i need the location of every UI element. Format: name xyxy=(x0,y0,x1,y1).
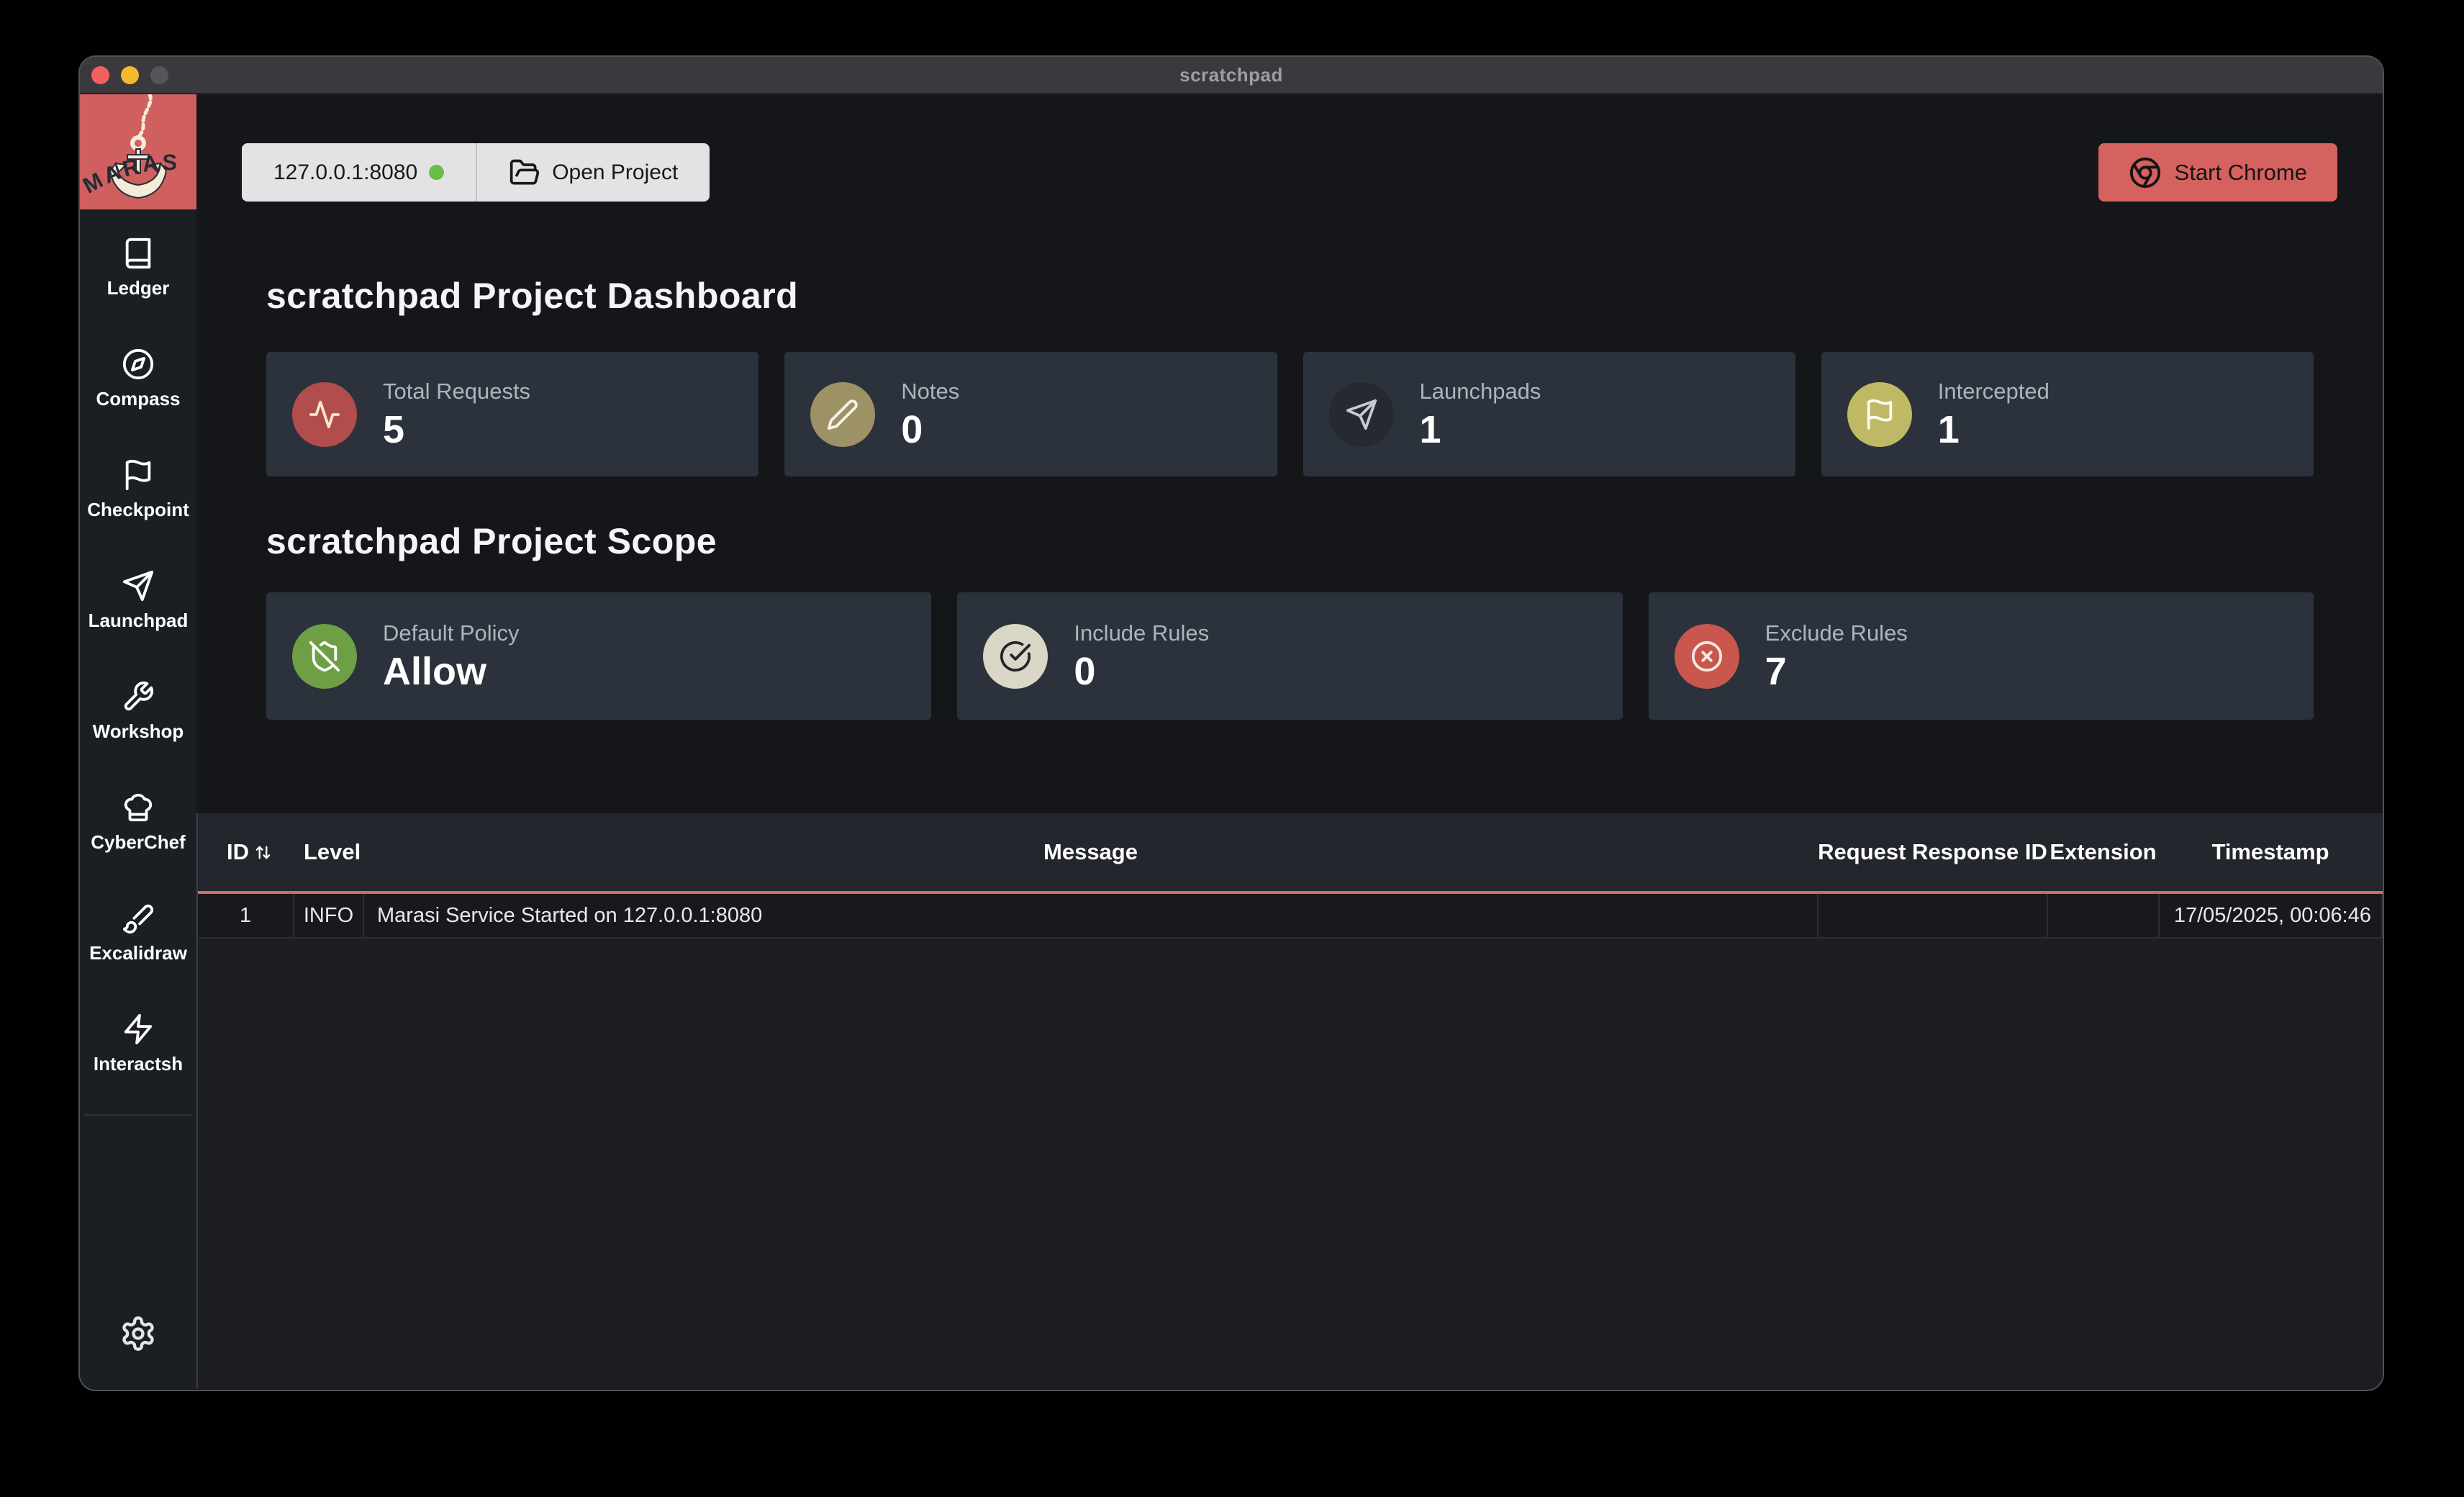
shield-off-icon xyxy=(292,624,357,689)
card-exclude-rules: Exclude Rules 7 xyxy=(1649,592,2314,720)
sidebar-item-excalidraw[interactable]: Excalidraw xyxy=(80,902,196,964)
column-header-timestamp[interactable]: Timestamp xyxy=(2159,813,2382,892)
online-status-dot xyxy=(429,165,444,180)
flag-icon xyxy=(1847,382,1912,447)
scope-title: scratchpad Project Scope xyxy=(266,522,2383,561)
check-circle-icon xyxy=(983,624,1048,689)
log-table: ID Level Message Request Response ID Ext… xyxy=(198,813,2383,939)
card-value: 0 xyxy=(901,409,959,451)
sidebar-item-interactsh[interactable]: Interactsh xyxy=(80,1013,196,1075)
card-label: Exclude Rules xyxy=(1765,620,1908,646)
app-window: scratchpad MARASI xyxy=(80,57,2383,1390)
proxy-address: 127.0.0.1:8080 xyxy=(273,160,417,185)
card-notes: Notes 0 xyxy=(784,352,1277,476)
column-label: ID xyxy=(227,839,249,865)
scope-cards: Default Policy Allow Include Rules 0 Exc… xyxy=(266,592,2314,720)
open-project-button[interactable]: Open Project xyxy=(476,143,710,202)
sidebar-item-label: Compass xyxy=(96,388,180,410)
marasi-logo: MARASI xyxy=(80,94,196,209)
zoom-button[interactable] xyxy=(150,66,168,84)
card-value: 5 xyxy=(383,409,530,451)
settings-button[interactable] xyxy=(119,1315,157,1352)
card-label: Default Policy xyxy=(383,620,520,646)
sidebar-item-label: Workshop xyxy=(93,720,184,743)
card-label: Include Rules xyxy=(1074,620,1209,646)
pencil-icon xyxy=(810,382,875,447)
card-value: 0 xyxy=(1074,651,1209,692)
activity-icon xyxy=(292,382,357,447)
dashboard-cards: Total Requests 5 Notes 0 Launchpads 1 xyxy=(266,352,2314,476)
paper-plane-icon xyxy=(122,569,155,602)
x-circle-icon xyxy=(1675,624,1739,689)
gear-icon xyxy=(119,1315,157,1352)
sidebar-item-launchpad[interactable]: Launchpad xyxy=(80,569,196,632)
sidebar-item-checkpoint[interactable]: Checkpoint xyxy=(80,458,196,521)
column-header-id[interactable]: ID xyxy=(198,813,294,892)
cell-request-response-id xyxy=(1818,892,2047,938)
lightning-icon xyxy=(122,1013,155,1046)
start-chrome-label: Start Chrome xyxy=(2175,160,2307,186)
window-controls xyxy=(91,57,168,93)
sidebar-item-label: Ledger xyxy=(107,277,170,299)
sort-arrows-icon xyxy=(255,844,271,861)
table-header-row: ID Level Message Request Response ID Ext… xyxy=(198,813,2382,892)
cell-message: Marasi Service Started on 127.0.0.1:8080 xyxy=(363,892,1818,938)
cell-id: 1 xyxy=(198,892,294,938)
card-value: 1 xyxy=(1420,409,1541,451)
sidebar-item-label: Interactsh xyxy=(94,1053,183,1075)
sidebar-item-label: Checkpoint xyxy=(87,499,189,521)
window-title: scratchpad xyxy=(1179,64,1283,86)
flag-icon xyxy=(122,458,155,492)
main-content: 127.0.0.1:8080 Open Project Start Chrome… xyxy=(196,94,2383,1388)
chef-hat-icon xyxy=(122,791,155,824)
card-value: Allow xyxy=(383,651,520,692)
sidebar-item-label: CyberChef xyxy=(91,831,185,854)
card-total-requests: Total Requests 5 xyxy=(266,352,758,476)
proxy-control: 127.0.0.1:8080 Open Project xyxy=(242,143,710,202)
sidebar-nav: Ledger Compass Checkpoint Launchpad Work… xyxy=(80,237,196,1075)
paper-plane-icon xyxy=(1329,382,1394,447)
chrome-icon xyxy=(2129,156,2162,189)
card-label: Total Requests xyxy=(383,379,530,404)
card-default-policy: Default Policy Allow xyxy=(266,592,931,720)
compass-icon xyxy=(122,348,155,381)
card-value: 1 xyxy=(1938,409,2049,451)
cell-timestamp: 17/05/2025, 00:06:46 xyxy=(2159,892,2382,938)
sidebar-item-compass[interactable]: Compass xyxy=(80,348,196,410)
sidebar-item-label: Launchpad xyxy=(89,610,189,632)
start-chrome-button[interactable]: Start Chrome xyxy=(2098,143,2337,202)
card-label: Intercepted xyxy=(1938,379,2049,404)
open-project-label: Open Project xyxy=(552,160,678,185)
column-header-message[interactable]: Message xyxy=(363,813,1818,892)
folder-open-icon xyxy=(509,157,540,189)
close-button[interactable] xyxy=(91,66,109,84)
column-header-extension[interactable]: Extension xyxy=(2047,813,2159,892)
sidebar-item-cyberchef[interactable]: CyberChef xyxy=(80,791,196,854)
dashboard-title: scratchpad Project Dashboard xyxy=(266,276,2383,315)
cell-level: INFO xyxy=(294,892,363,938)
card-label: Notes xyxy=(901,379,959,404)
table-row[interactable]: 1 INFO Marasi Service Started on 127.0.0… xyxy=(198,892,2382,938)
column-header-request-response-id[interactable]: Request Response ID xyxy=(1818,813,2047,892)
sidebar-item-ledger[interactable]: Ledger xyxy=(80,237,196,299)
card-label: Launchpads xyxy=(1420,379,1541,404)
sidebar-divider xyxy=(84,1114,192,1116)
column-header-level[interactable]: Level xyxy=(294,813,363,892)
brush-icon xyxy=(122,902,155,935)
sidebar-item-workshop[interactable]: Workshop xyxy=(80,680,196,743)
wrench-icon xyxy=(122,680,155,713)
sidebar-item-label: Excalidraw xyxy=(89,942,187,964)
card-launchpads: Launchpads 1 xyxy=(1303,352,1795,476)
sidebar: MARASI Ledger Compass Checkpoint xyxy=(80,94,196,1388)
card-value: 7 xyxy=(1765,651,1908,692)
minimize-button[interactable] xyxy=(121,66,139,84)
titlebar: scratchpad xyxy=(80,57,2383,94)
cell-extension xyxy=(2047,892,2159,938)
toolbar: 127.0.0.1:8080 Open Project Start Chrome xyxy=(242,143,2337,202)
book-icon xyxy=(122,237,155,270)
card-include-rules: Include Rules 0 xyxy=(957,592,1622,720)
card-intercepted: Intercepted 1 xyxy=(1821,352,2314,476)
log-table-container: ID Level Message Request Response ID Ext… xyxy=(196,813,2383,1388)
proxy-address-button[interactable]: 127.0.0.1:8080 xyxy=(242,143,476,202)
